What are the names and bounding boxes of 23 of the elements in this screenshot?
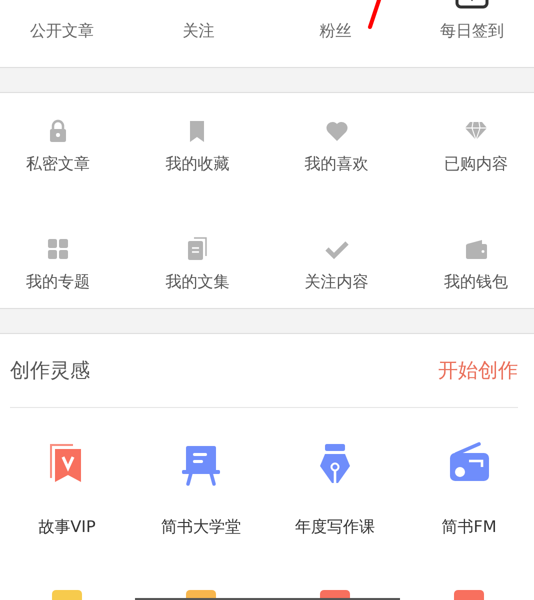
tool-item[interactable]: 简书大学堂 [146, 442, 256, 538]
stat-label[interactable]: 粉丝 [319, 20, 352, 42]
menu-item[interactable]: 我的收藏 [147, 119, 248, 175]
tool-item[interactable]: 故事VIP [12, 442, 122, 538]
stat-label[interactable]: 每日签到 [440, 20, 504, 42]
menu-item[interactable]: 已购内容 [426, 119, 526, 175]
stat-label[interactable]: 公开文章 [30, 20, 94, 42]
heart-icon [324, 119, 349, 143]
stat-label[interactable]: 关注 [182, 20, 215, 42]
menu-item[interactable]: 关注内容 [286, 237, 387, 293]
docs-icon [185, 237, 210, 261]
diamond-icon [464, 119, 488, 143]
tool-item[interactable]: 年度写作课 [280, 442, 390, 538]
menu-item[interactable]: 我的专题 [8, 237, 108, 293]
section-title: 创作灵感 [10, 357, 90, 384]
calendar-icon [454, 0, 489, 9]
menu-item[interactable]: 我的钱包 [426, 237, 526, 293]
menu-item[interactable]: 私密文章 [8, 119, 108, 175]
tool-item[interactable]: 简书FM [414, 442, 524, 538]
menu-item[interactable]: 我的文集 [147, 237, 248, 293]
menu-item[interactable]: 我的喜欢 [286, 119, 387, 175]
wallet-icon [464, 237, 488, 261]
grid-icon [46, 237, 70, 261]
